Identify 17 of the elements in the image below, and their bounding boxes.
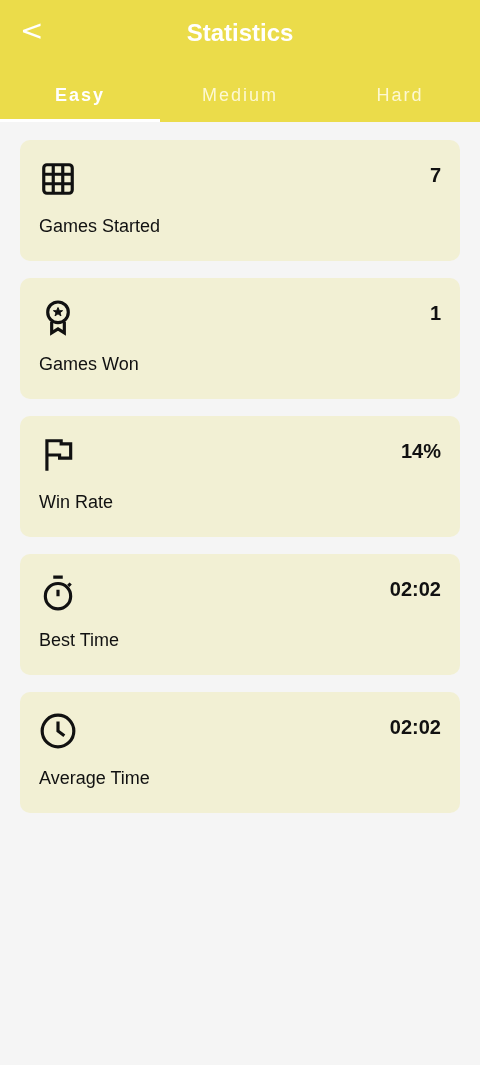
stat-value: 1	[429, 302, 441, 325]
screen-title: Statistics	[186, 19, 294, 47]
difficulty-tab[interactable]: Hard	[320, 66, 480, 122]
back-button[interactable]: <	[14, 14, 50, 47]
stat-value: 02:02	[389, 578, 441, 601]
stat-value: 14%	[400, 440, 441, 463]
stat-label: Win Rate	[39, 492, 114, 513]
stat-label: Games Started	[39, 216, 161, 237]
stat-value: 02:02	[389, 716, 441, 739]
stat-label: Games Won	[39, 354, 139, 375]
clock-icon	[39, 712, 77, 750]
difficulty-tab[interactable]: Easy	[0, 66, 160, 122]
stat-label: Best Time	[39, 630, 120, 651]
stat-label: Average Time	[39, 768, 150, 789]
difficulty-tab[interactable]: Medium	[160, 66, 320, 122]
stat-value: 7	[429, 164, 441, 187]
grid-icon	[39, 160, 77, 198]
